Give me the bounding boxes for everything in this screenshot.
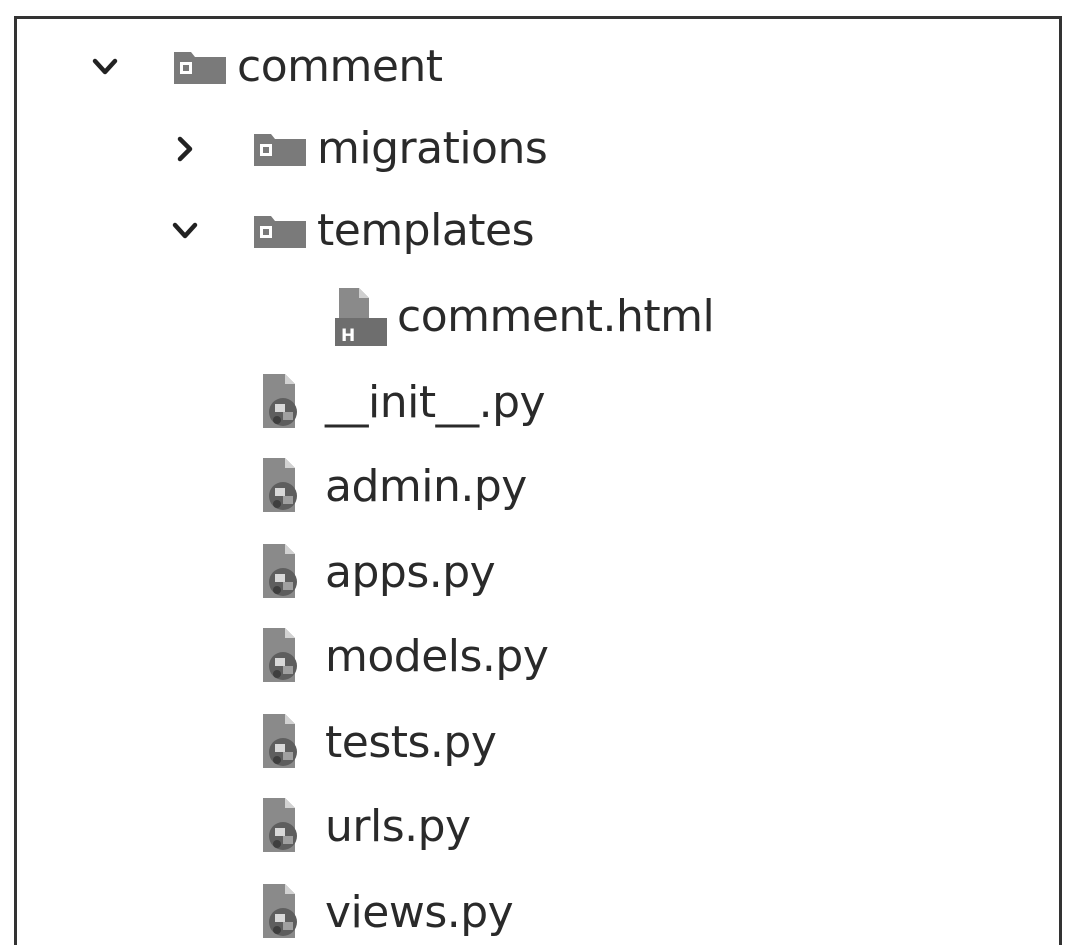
tree-node-label: apps.py (325, 547, 496, 598)
chevron-down-icon[interactable] (87, 49, 123, 85)
tree-node-templates[interactable]: templates (167, 195, 535, 267)
python-file-icon (255, 370, 317, 436)
tree-node-python-file[interactable]: models.py (255, 621, 549, 693)
tree-node-label: tests.py (325, 717, 497, 768)
python-file-icon (255, 794, 317, 860)
tree-node-migrations[interactable]: migrations (167, 113, 548, 185)
chevron-right-icon[interactable] (167, 131, 203, 167)
tree-node-comment[interactable]: comment (87, 31, 443, 103)
tree-node-label: comment (237, 41, 443, 92)
tree-node-python-file[interactable]: views.py (255, 877, 514, 945)
tree-node-label: models.py (325, 631, 549, 682)
python-file-icon (255, 624, 317, 690)
tree-node-label: comment.html (397, 291, 715, 342)
tree-node-label: views.py (325, 887, 514, 938)
folder-icon (171, 46, 229, 88)
tree-node-label: urls.py (325, 801, 471, 852)
tree-node-python-file[interactable]: urls.py (255, 791, 471, 863)
project-tree-panel: comment migrations templates H comment.h… (14, 16, 1062, 945)
folder-icon (251, 210, 309, 252)
html-file-icon: H (329, 284, 389, 350)
python-file-icon (255, 710, 317, 776)
tree-node-comment-html[interactable]: H comment.html (329, 281, 715, 353)
tree-node-label: __init__.py (325, 377, 546, 428)
tree-node-label: admin.py (325, 461, 527, 512)
tree-node-python-file[interactable]: apps.py (255, 537, 496, 609)
svg-text:H: H (341, 326, 355, 346)
tree-node-python-file[interactable]: tests.py (255, 707, 497, 779)
file-tree: comment migrations templates H comment.h… (17, 19, 1059, 945)
tree-node-python-file[interactable]: admin.py (255, 451, 527, 523)
python-file-icon (255, 880, 317, 945)
python-file-icon (255, 454, 317, 520)
chevron-down-icon[interactable] (167, 213, 203, 249)
python-file-icon (255, 540, 317, 606)
tree-node-label: templates (317, 205, 535, 256)
tree-node-python-file[interactable]: __init__.py (255, 367, 546, 439)
tree-node-label: migrations (317, 123, 548, 174)
folder-icon (251, 128, 309, 170)
